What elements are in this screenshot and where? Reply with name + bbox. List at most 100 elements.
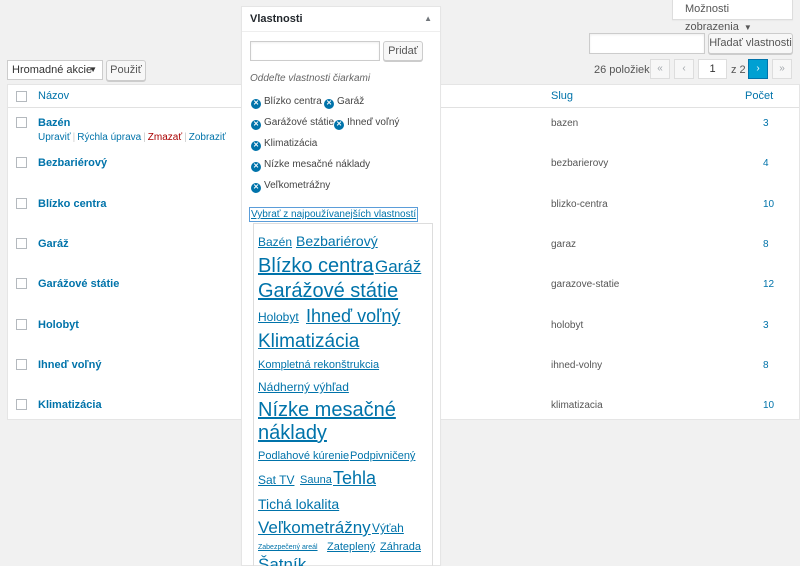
screen-options-label: Možnosti zobrazenia <box>685 3 739 33</box>
row-checkbox[interactable] <box>16 399 27 410</box>
cloud-tag[interactable]: Tehla <box>333 469 376 487</box>
remove-tag-icon[interactable]: ✕ <box>251 99 261 109</box>
apply-button[interactable]: Použiť <box>106 60 146 81</box>
separator-hint: Oddeľte vlastnosti čiarkami <box>250 73 371 84</box>
term-name-link[interactable]: Klimatizácia <box>38 399 102 411</box>
row-actions: Upraviť | Rýchla úprava | Zmazať | Zobraziť <box>38 132 226 143</box>
remove-tag-icon[interactable]: ✕ <box>251 120 261 130</box>
cloud-tag[interactable]: Zabezpečený areál <box>258 544 318 551</box>
first-page-button[interactable]: « <box>650 59 670 79</box>
term-count-link[interactable]: 8 <box>763 360 769 371</box>
chosen-tag: ✕ Ihneď voľný <box>334 117 399 130</box>
choose-most-used-link[interactable]: Vybrať z najpoužívanejších vlastností <box>249 207 419 222</box>
cloud-tag[interactable]: Šatník <box>258 556 306 566</box>
remove-tag-icon[interactable]: ✕ <box>251 162 261 172</box>
term-name-link[interactable]: Garáž <box>38 238 69 250</box>
cloud-tag[interactable]: Garáž <box>375 258 421 275</box>
add-tag-button[interactable]: Pridať <box>383 41 423 61</box>
total-pages: z 2 <box>731 64 746 76</box>
cloud-tag[interactable]: náklady <box>258 423 327 443</box>
search-button[interactable]: Hľadať vlastnosti <box>708 33 793 54</box>
term-count-link[interactable]: 10 <box>763 400 774 411</box>
cloud-tag[interactable]: Garážové státie <box>258 281 398 301</box>
cloud-tag[interactable]: Kompletná rekonštrukcia <box>258 360 379 371</box>
cloud-tag[interactable]: Holobyt <box>258 311 299 323</box>
cloud-tag[interactable]: Bazén <box>258 236 292 248</box>
cloud-tag[interactable]: Tichá lokalita <box>258 497 339 511</box>
column-slug[interactable]: Slug <box>551 90 573 102</box>
chosen-tag: ✕ Garážové státie <box>251 117 334 130</box>
remove-tag-icon[interactable]: ✕ <box>324 99 334 109</box>
chosen-tag: ✕ Blízko centra <box>251 96 322 109</box>
column-count[interactable]: Počet <box>745 90 773 102</box>
cloud-tag[interactable]: Zateplený <box>327 542 375 553</box>
term-count-link[interactable]: 4 <box>763 158 769 169</box>
cloud-tag[interactable]: Ihneď voľný <box>306 307 400 325</box>
chevron-up-icon[interactable]: ▲ <box>424 14 432 23</box>
delete-link[interactable]: Zmazať <box>148 132 182 143</box>
cloud-tag[interactable]: Blízko centra <box>258 256 374 276</box>
chosen-tag: ✕ Garáž <box>324 96 364 109</box>
term-slug: holobyt <box>551 320 584 331</box>
cloud-tag[interactable]: Podpivničený <box>350 451 415 462</box>
term-name-link[interactable]: Bazén <box>38 117 70 129</box>
chosen-tag: ✕ Veľkometrážny <box>251 180 330 193</box>
term-name-link[interactable]: Bezbariérový <box>38 157 107 169</box>
cloud-tag[interactable]: Sauna <box>300 475 332 486</box>
view-link[interactable]: Zobraziť <box>189 132 226 143</box>
last-page-button[interactable]: » <box>772 59 792 79</box>
tag-cloud: Bazén Bezbariérový Blízko centra Garáž G… <box>253 223 433 566</box>
term-name-link[interactable]: Ihneď voľný <box>38 359 102 371</box>
term-count-link[interactable]: 12 <box>763 279 774 290</box>
new-tag-input[interactable] <box>250 41 380 61</box>
quick-edit-link[interactable]: Rýchla úprava <box>77 132 141 143</box>
search-input[interactable] <box>589 33 705 54</box>
term-name-link[interactable]: Blízko centra <box>38 198 106 210</box>
row-checkbox[interactable] <box>16 319 27 330</box>
cloud-tag[interactable]: Záhrada <box>380 542 421 553</box>
bulk-actions-value: Hromadné akcie <box>12 64 93 76</box>
row-checkbox[interactable] <box>16 238 27 249</box>
cloud-tag[interactable]: Podlahové kúrenie <box>258 451 349 462</box>
row-checkbox[interactable] <box>16 157 27 168</box>
cloud-tag[interactable]: Nízke mesačné <box>258 400 396 420</box>
prev-page-button[interactable]: ‹ <box>674 59 694 79</box>
term-count-link[interactable]: 10 <box>763 199 774 210</box>
row-checkbox[interactable] <box>16 117 27 128</box>
cloud-tag[interactable]: Klimatizácia <box>258 332 359 351</box>
cloud-tag[interactable]: Veľkometrážny <box>258 519 371 536</box>
properties-panel: Vlastnosti ▲ Pridať Oddeľte vlastnosti č… <box>241 6 441 566</box>
term-slug: garazove-statie <box>551 279 620 290</box>
edit-link[interactable]: Upraviť <box>38 132 71 143</box>
row-checkbox[interactable] <box>16 198 27 209</box>
term-count-link[interactable]: 8 <box>763 239 769 250</box>
panel-header[interactable]: Vlastnosti ▲ <box>242 7 440 32</box>
term-name-link[interactable]: Garážové státie <box>38 278 119 290</box>
cloud-tag[interactable]: Bezbariérový <box>296 234 378 248</box>
cloud-tag[interactable]: Výťah <box>372 522 404 534</box>
chosen-tag: ✕ Klimatizácia <box>251 138 317 151</box>
row-checkbox[interactable] <box>16 278 27 289</box>
chosen-tag: ✕ Nízke mesačné náklady <box>251 159 370 172</box>
column-name[interactable]: Názov <box>38 90 69 102</box>
cloud-tag[interactable]: Sat TV <box>258 474 294 486</box>
current-page-input[interactable]: 1 <box>698 59 727 79</box>
items-count: 26 položiek <box>594 64 650 76</box>
remove-tag-icon[interactable]: ✕ <box>251 183 261 193</box>
select-all-checkbox[interactable] <box>16 91 27 102</box>
panel-title: Vlastnosti <box>250 13 303 25</box>
chevron-down-icon: ▼ <box>743 23 752 32</box>
bulk-actions-select[interactable]: Hromadné akcie ▼ <box>7 60 103 80</box>
chevron-down-icon: ▼ <box>89 65 97 74</box>
cloud-tag[interactable]: Nádherný výhľad <box>258 381 349 393</box>
next-page-button[interactable]: › <box>748 59 768 79</box>
term-slug: blizko-centra <box>551 199 608 210</box>
remove-tag-icon[interactable]: ✕ <box>334 120 344 130</box>
term-count-link[interactable]: 3 <box>763 118 769 129</box>
term-slug: bazen <box>551 118 579 129</box>
term-count-link[interactable]: 3 <box>763 320 769 331</box>
row-checkbox[interactable] <box>16 359 27 370</box>
term-name-link[interactable]: Holobyt <box>38 319 79 331</box>
screen-options-button[interactable]: Možnosti zobrazenia ▼ <box>672 0 793 33</box>
remove-tag-icon[interactable]: ✕ <box>251 141 261 151</box>
